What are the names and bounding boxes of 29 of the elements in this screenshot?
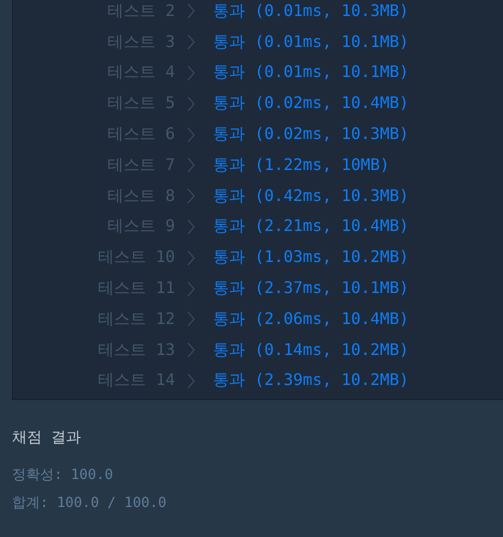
chevron-icon: [187, 3, 195, 20]
summary-line: 정확성: 100.0: [12, 466, 114, 486]
test-result: 통과 (0.01ms, 10.1MB): [213, 32, 409, 53]
chevron-icon: [187, 342, 195, 358]
test-result: 통과 (0.02ms, 10.3MB): [213, 124, 409, 146]
test-result: 통과 (0.01ms, 10.3MB): [213, 0, 409, 22]
chevron-icon: [187, 218, 195, 235]
chevron-icon: [187, 188, 195, 204]
test-result: 통과 (0.02ms, 10.4MB): [213, 93, 409, 114]
test-result: 통과 (0.42ms, 10.3MB): [213, 186, 409, 207]
summary-title: 채점 결과: [12, 428, 82, 448]
test-result: 통과 (2.37ms, 10.1MB): [213, 278, 409, 300]
chevron-icon: [187, 64, 195, 81]
test-result: 통과 (0.01ms, 10.1MB): [213, 62, 409, 84]
test-result: 통과 (2.39ms, 10.2MB): [213, 370, 409, 392]
test-result: 통과 (0.14ms, 10.2MB): [213, 340, 409, 361]
chevron-icon: [187, 34, 195, 50]
chevron-icon: [187, 311, 195, 328]
test-result: 통과 (2.06ms, 10.4MB): [213, 308, 409, 330]
chevron-icon: [187, 250, 195, 266]
chevron-icon: [187, 372, 195, 389]
test-result: 통과 (1.22ms, 10MB): [213, 154, 390, 176]
test-result: 통과 (2.21ms, 10.4MB): [213, 216, 409, 238]
chevron-icon: [187, 280, 195, 297]
summary-line: 합계: 100.0 / 100.0: [12, 494, 168, 514]
test-result: 통과 (1.03ms, 10.2MB): [213, 247, 409, 268]
chevron-icon: [187, 96, 195, 112]
chevron-icon: [187, 157, 195, 174]
chevron-icon: [187, 126, 195, 143]
